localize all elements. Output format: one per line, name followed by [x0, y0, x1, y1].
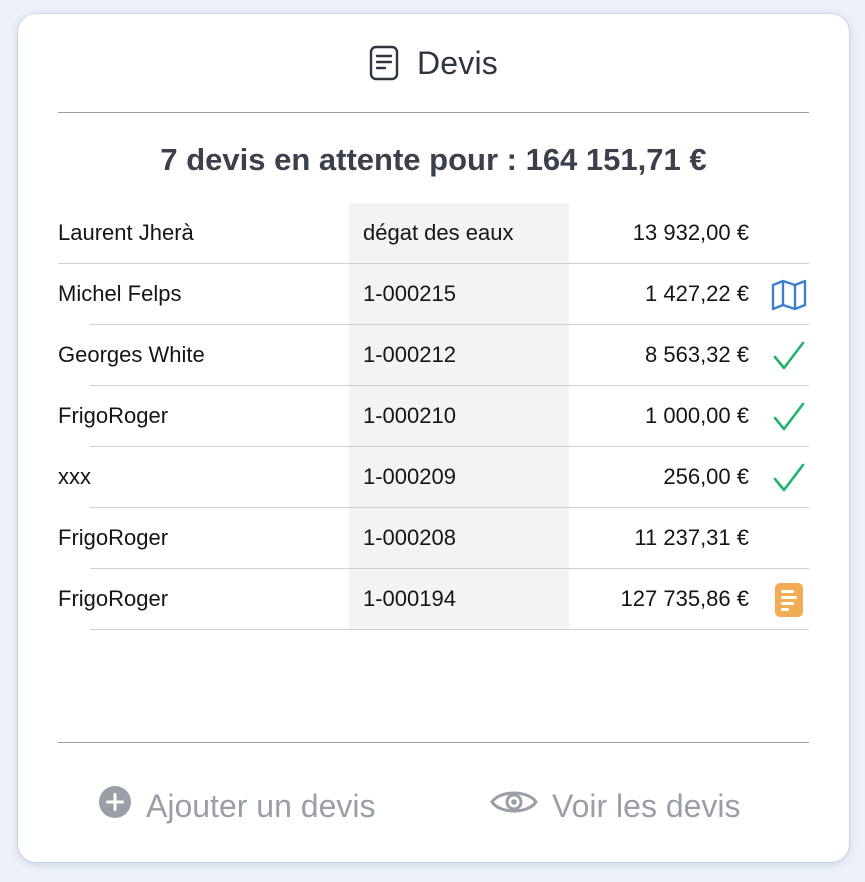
- devis-card: Devis 7 devis en attente pour : 164 151,…: [18, 14, 849, 862]
- devis-reference: 1-000210: [363, 403, 456, 428]
- table-row[interactable]: FrigoRoger 1-000194 127 735,86 €: [58, 569, 809, 630]
- pending-summary: 7 devis en attente pour : 164 151,71 €: [160, 142, 707, 177]
- checkmark-icon[interactable]: [771, 338, 807, 374]
- devis-reference: 1-000209: [363, 464, 456, 489]
- client-name: Laurent Jherà: [58, 220, 194, 245]
- plus-circle-icon: [98, 785, 132, 827]
- table-row[interactable]: FrigoRoger 1-000210 1 000,00 €: [58, 386, 809, 447]
- devis-reference: 1-000208: [363, 525, 456, 550]
- client-name: FrigoRoger: [58, 403, 169, 428]
- client-name: FrigoRoger: [58, 525, 169, 550]
- client-name: Michel Felps: [58, 281, 182, 306]
- card-title: Devis: [416, 44, 498, 81]
- table-row[interactable]: FrigoRoger 1-000208 11 237,31 €: [58, 508, 809, 569]
- devis-reference: dégat des eaux: [363, 220, 514, 245]
- eye-icon: [490, 787, 538, 825]
- view-devis-label: Voir les devis: [552, 787, 741, 824]
- table-row[interactable]: Georges White 1-000212 8 563,32 €: [58, 325, 809, 386]
- document-icon: [369, 45, 399, 81]
- table-row[interactable]: xxx 1-000209 256,00 €: [58, 447, 809, 508]
- header-divider: [58, 112, 809, 113]
- devis-amount: 1 427,22 €: [645, 281, 749, 306]
- devis-reference: 1-000212: [363, 342, 456, 367]
- devis-reference: 1-000215: [363, 281, 456, 306]
- document-orange-icon[interactable]: [771, 582, 807, 618]
- table-row[interactable]: Laurent Jherà dégat des eaux 13 932,00 €: [58, 203, 809, 264]
- devis-amount: 8 563,32 €: [645, 342, 749, 367]
- client-name: Georges White: [58, 342, 205, 367]
- client-name: xxx: [58, 464, 91, 489]
- row-separator: [90, 629, 809, 630]
- devis-amount: 13 932,00 €: [632, 220, 749, 245]
- map-icon[interactable]: [771, 277, 807, 313]
- checkmark-icon[interactable]: [771, 399, 807, 435]
- view-devis-button[interactable]: Voir les devis: [490, 786, 741, 826]
- devis-amount: 11 237,31 €: [634, 525, 749, 550]
- table-row[interactable]: Michel Felps 1-000215 1 427,22 €: [58, 264, 809, 325]
- add-devis-label: Ajouter un devis: [146, 787, 376, 824]
- client-name: FrigoRoger: [58, 586, 169, 611]
- devis-amount: 256,00 €: [663, 464, 749, 489]
- devis-amount: 1 000,00 €: [645, 403, 749, 428]
- add-devis-button[interactable]: Ajouter un devis: [98, 786, 375, 826]
- devis-table: Laurent Jherà dégat des eaux 13 932,00 € Mi…: [58, 203, 809, 630]
- devis-reference: 1-000194: [363, 586, 456, 611]
- card-footer: Ajouter un devis Voir les devis: [18, 742, 849, 862]
- devis-amount: 127 735,86 €: [620, 586, 749, 611]
- card-header: Devis: [18, 14, 849, 112]
- checkmark-icon[interactable]: [771, 460, 807, 496]
